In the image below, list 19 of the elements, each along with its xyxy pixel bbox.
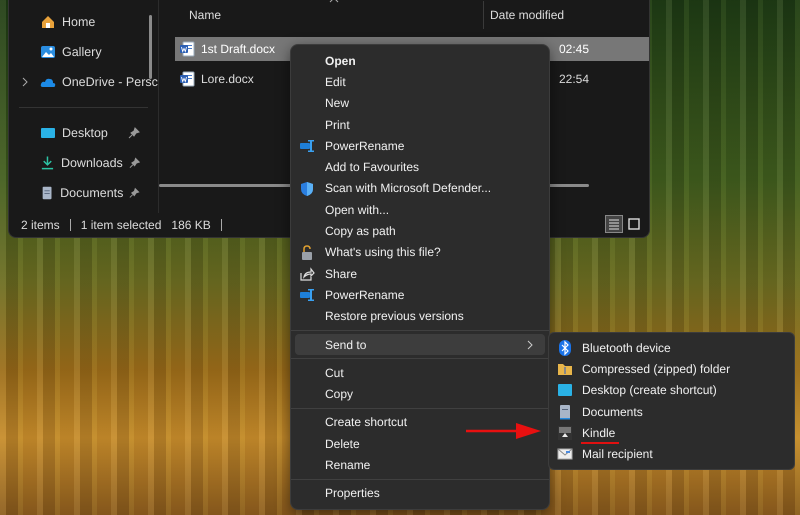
status-text: 186 KB	[171, 217, 211, 234]
file-name: Lore.docx	[201, 71, 254, 88]
submenu-label: Desktop (create shortcut)	[581, 382, 718, 400]
date-modified: 02:45	[559, 42, 590, 56]
file-name: 1st Draft.docx	[201, 41, 276, 58]
status-text: 2 items	[21, 217, 60, 234]
sidebar-label: Documents	[60, 184, 124, 202]
submenu-label: Compressed (zipped) folder	[581, 360, 732, 378]
underlined-label: Kindle	[581, 424, 620, 444]
sidebar-label: Home	[62, 14, 96, 31]
date-modified: 22:54	[559, 72, 590, 86]
status-text: 1 item selected	[80, 217, 162, 234]
sidebar-label: Gallery	[62, 44, 102, 61]
submenu-label: Mail recipient	[581, 446, 654, 464]
submenu-label: Documents	[581, 404, 644, 421]
sidebar-label: OneDrive - Persc	[62, 74, 158, 91]
sidebar-label: Downloads	[60, 154, 123, 172]
sidebar-label: Desktop	[62, 124, 108, 142]
submenu-label: Bluetooth device	[581, 340, 672, 357]
